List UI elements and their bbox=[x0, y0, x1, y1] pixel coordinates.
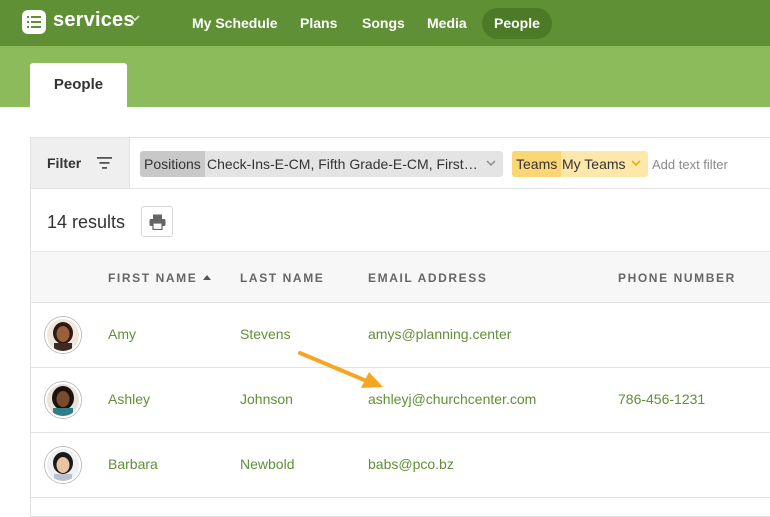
annotation-arrow-icon bbox=[298, 351, 383, 388]
teams-filter-chip[interactable]: Teams My Teams bbox=[512, 151, 648, 177]
last-name-link[interactable]: Johnson bbox=[240, 391, 293, 407]
first-name-link[interactable]: Amy bbox=[108, 326, 136, 342]
positions-filter-chip[interactable]: Positions Check-Ins-E-CM, Fifth Grade-E-… bbox=[140, 151, 503, 177]
top-nav-bar: services My Schedule Plans Songs Media P… bbox=[0, 0, 770, 46]
column-header-last-name[interactable]: LAST NAME bbox=[240, 271, 324, 285]
results-count: 14 results bbox=[47, 212, 126, 232]
last-name-link[interactable]: Stevens bbox=[240, 326, 291, 342]
avatar[interactable] bbox=[45, 317, 81, 353]
column-header-phone[interactable]: PHONE NUMBER bbox=[618, 271, 736, 285]
teams-chip-key: Teams bbox=[512, 151, 562, 177]
nav-people[interactable]: People bbox=[482, 8, 552, 39]
column-header-email[interactable]: EMAIL ADDRESS bbox=[368, 271, 487, 285]
first-name-link[interactable]: Ashley bbox=[108, 391, 150, 407]
tab-people[interactable]: People bbox=[30, 63, 127, 107]
chevron-down-icon[interactable] bbox=[129, 12, 141, 24]
app-switcher-label[interactable]: services bbox=[53, 9, 135, 32]
nav-plans[interactable]: Plans bbox=[288, 8, 349, 39]
sort-ascending-icon bbox=[203, 275, 212, 280]
chevron-down-icon[interactable] bbox=[486, 159, 496, 167]
table-row[interactable]: Amy Stevens amys@planning.center bbox=[31, 303, 770, 368]
last-name-link[interactable]: Newbold bbox=[240, 456, 294, 472]
filter-button[interactable]: Filter bbox=[31, 138, 130, 188]
teams-chip-value: My Teams bbox=[562, 156, 626, 172]
column-header-first-name[interactable]: FIRST NAME bbox=[108, 271, 212, 285]
avatar[interactable] bbox=[45, 382, 81, 418]
printer-icon bbox=[149, 214, 166, 230]
chevron-down-icon[interactable] bbox=[631, 159, 641, 167]
table-row[interactable]: Ashley Johnson ashleyj@churchcenter.com … bbox=[31, 368, 770, 433]
positions-chip-key: Positions bbox=[140, 151, 205, 177]
page-header: People bbox=[0, 46, 770, 107]
phone-link[interactable]: 786-456-1231 bbox=[618, 391, 705, 407]
filter-lines-icon bbox=[97, 157, 112, 169]
services-logo-icon[interactable] bbox=[22, 10, 46, 34]
filter-button-label: Filter bbox=[47, 155, 82, 171]
positions-chip-value: Check-Ins-E-CM, Fifth Grade-E-CM, First … bbox=[207, 156, 479, 172]
email-link[interactable]: amys@planning.center bbox=[368, 326, 511, 342]
nav-media[interactable]: Media bbox=[415, 8, 479, 39]
avatar[interactable] bbox=[45, 447, 81, 483]
filter-bar: Filter Positions Check-Ins-E-CM, Fifth G… bbox=[31, 138, 770, 189]
table-row[interactable]: Barbara Newbold babs@pco.bz bbox=[31, 433, 770, 498]
table-header: FIRST NAME LAST NAME EMAIL ADDRESS PHONE… bbox=[31, 251, 770, 303]
email-link[interactable]: ashleyj@churchcenter.com bbox=[368, 391, 536, 407]
nav-my-schedule[interactable]: My Schedule bbox=[180, 8, 290, 39]
email-link[interactable]: babs@pco.bz bbox=[368, 456, 454, 472]
main-content: Filter Positions Check-Ins-E-CM, Fifth G… bbox=[0, 107, 770, 517]
people-list-card: Filter Positions Check-Ins-E-CM, Fifth G… bbox=[30, 137, 770, 517]
nav-songs[interactable]: Songs bbox=[350, 8, 417, 39]
first-name-link[interactable]: Barbara bbox=[108, 456, 158, 472]
text-filter-input[interactable] bbox=[652, 151, 770, 177]
print-button[interactable] bbox=[141, 206, 173, 237]
